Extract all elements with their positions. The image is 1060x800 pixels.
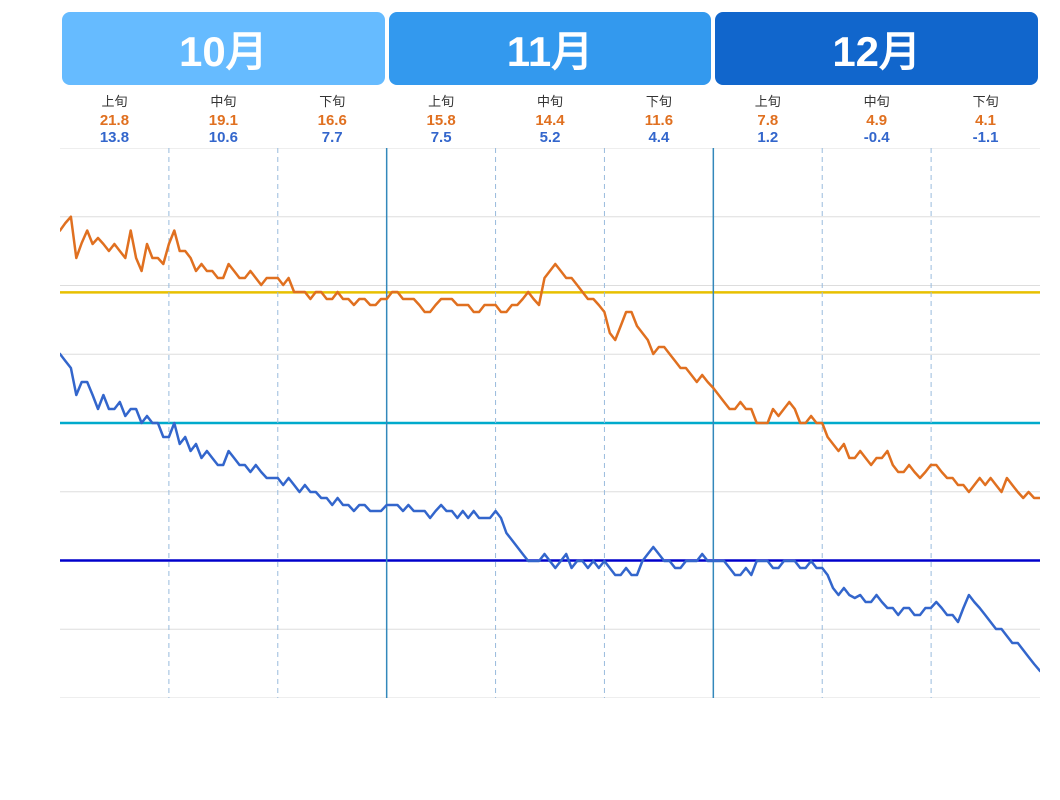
chart-area: 30 25 20 15 10 5 0 -5 -10 xyxy=(60,148,1040,698)
month-dec: 12月 xyxy=(715,12,1038,85)
period-oct-1: 上旬 21.8 13.8 xyxy=(60,91,169,146)
chart-container: 10月 11月 12月 上旬 21.8 13.8 中旬 19.1 10.6 下旬… xyxy=(0,0,1060,800)
period-oct-3: 下旬 16.6 7.7 xyxy=(278,91,387,146)
period-nov-2: 中旬 14.4 5.2 xyxy=(496,91,605,146)
period-dec-2: 中旬 4.9 -0.4 xyxy=(822,91,931,146)
period-dec-3: 下旬 4.1 -1.1 xyxy=(931,91,1040,146)
period-headers: 上旬 21.8 13.8 中旬 19.1 10.6 下旬 16.6 7.7 上旬… xyxy=(60,91,1040,146)
line-chart: 30 25 20 15 10 5 0 -5 -10 xyxy=(60,148,1040,698)
period-nov-1: 上旬 15.8 7.5 xyxy=(387,91,496,146)
month-headers: 10月 11月 12月 xyxy=(60,10,1040,87)
month-oct: 10月 xyxy=(62,12,385,85)
period-oct-2: 中旬 19.1 10.6 xyxy=(169,91,278,146)
month-nov: 11月 xyxy=(389,12,712,85)
low-temp-line xyxy=(60,354,1040,671)
period-nov-3: 下旬 11.6 4.4 xyxy=(604,91,713,146)
period-dec-1: 上旬 7.8 1.2 xyxy=(713,91,822,146)
high-temp-line xyxy=(60,217,1040,498)
